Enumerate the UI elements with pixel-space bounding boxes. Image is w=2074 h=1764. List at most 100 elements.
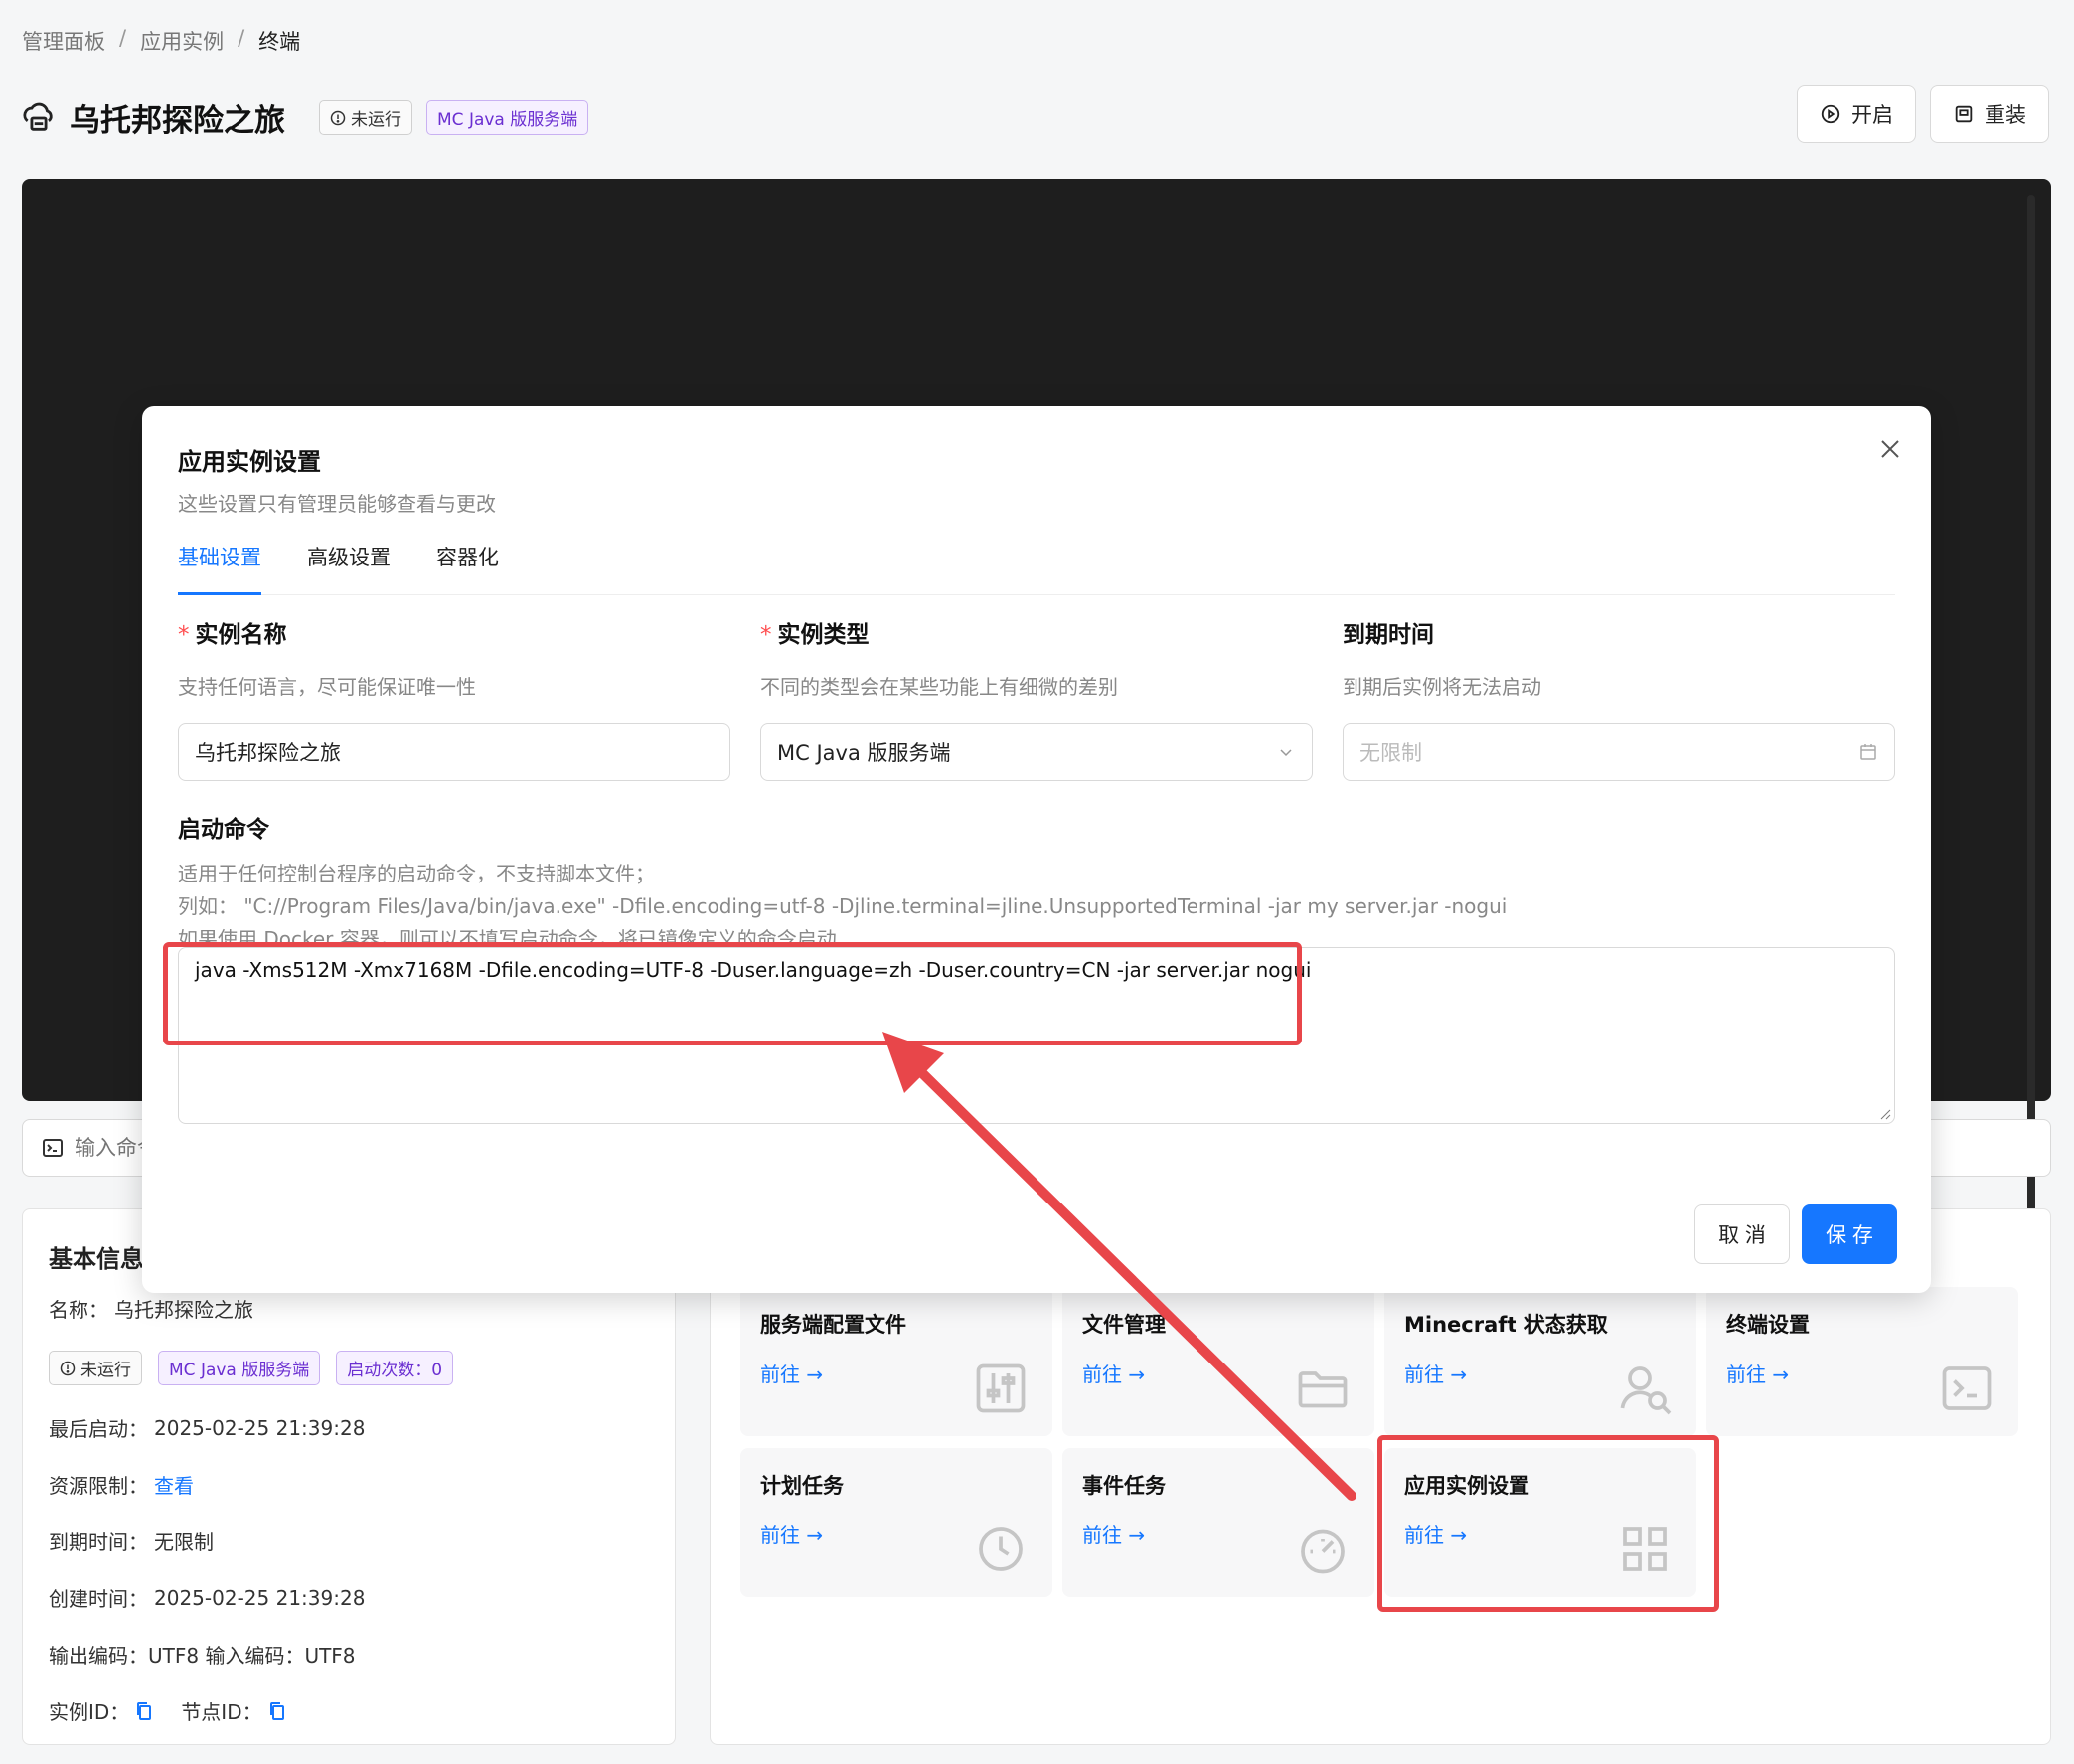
tile-scheduled-tasks[interactable]: 计划任务 前往 → <box>740 1448 1052 1597</box>
resource-limit-row: 资源限制： 查看 <box>49 1470 649 1499</box>
node-id-label: 节点ID： <box>181 1700 262 1724</box>
help-line: 列如： "C://Program Files/Java/bin/java.exe… <box>178 894 1508 918</box>
last-start-label: 最后启动： <box>49 1417 148 1441</box>
start-count-badge: 启动次数：0 <box>336 1351 454 1385</box>
terminal-prompt-icon <box>43 1139 63 1157</box>
last-start-value: 2025-02-25 21:39:28 <box>154 1415 366 1440</box>
resource-view-link[interactable]: 查看 <box>154 1470 194 1499</box>
tile-server-config[interactable]: 服务端配置文件 前往 → <box>740 1287 1052 1436</box>
terminal-scrollbar[interactable] <box>2027 195 2035 1248</box>
required-mark: * <box>760 622 772 648</box>
help-line: 适用于任何控制台程序的启动命令，不支持脚本文件； <box>178 862 655 885</box>
folder-icon <box>1298 1371 1348 1408</box>
start-command-field: 启动命令 适用于任何控制台程序的启动命令，不支持脚本文件； 列如： "C://P… <box>178 810 1895 1124</box>
info-circle-icon <box>60 1361 76 1375</box>
instance-header: 乌托邦探险之旅 未运行 MC Java 版服务端 <box>22 95 589 140</box>
grid-icon <box>1623 1527 1667 1571</box>
expire-label: 到期时间： <box>49 1530 148 1554</box>
field-help: 到期后实例将无法启动 <box>1343 675 1541 699</box>
created-row: 创建时间： 2025-02-25 21:39:28 <box>49 1583 649 1612</box>
tile-terminal-settings[interactable]: 终端设置 前往 → <box>1706 1287 2018 1436</box>
tile-minecraft-status[interactable]: Minecraft 状态获取 前往 → <box>1384 1287 1696 1436</box>
status-badge: 未运行 <box>319 100 412 135</box>
breadcrumb-separator: / <box>119 26 127 50</box>
select-value: MC Java 版服务端 <box>777 741 951 765</box>
field-label: 启动命令 <box>178 817 269 843</box>
tile-title: 计划任务 <box>760 1474 844 1498</box>
reinstall-button[interactable]: 重装 <box>1930 85 2049 143</box>
start-command-textarea[interactable]: java -Xms512M -Xmx7168M -Dfile.encoding=… <box>178 947 1895 1124</box>
created-label: 创建时间： <box>49 1587 148 1611</box>
name-label: 名称： <box>49 1298 108 1322</box>
close-icon[interactable] <box>1879 438 1901 460</box>
start-button[interactable]: 开启 <box>1797 85 1916 143</box>
chevron-down-icon <box>1280 749 1292 757</box>
name-value: 乌托邦探险之旅 <box>114 1298 253 1322</box>
copy-icon[interactable] <box>268 1701 286 1721</box>
resize-handle-icon[interactable] <box>1879 1108 1891 1120</box>
resource-label: 资源限制： <box>49 1474 148 1498</box>
tile-title: 应用实例设置 <box>1404 1474 1529 1498</box>
settings-tabs: 基础设置 高级设置 容器化 <box>178 538 1895 595</box>
breadcrumb-separator: / <box>238 26 245 50</box>
help-line: 如果使用 Docker 容器，则可以不填写启动命令，将已镜像定义的命令启动 <box>178 927 837 947</box>
tile-title: 服务端配置文件 <box>760 1313 906 1337</box>
instance-type-select[interactable]: MC Java 版服务端 <box>760 723 1313 781</box>
start-command-value: java -Xms512M -Xmx7168M -Dfile.encoding=… <box>195 958 1312 982</box>
reinstall-icon <box>1955 105 1973 123</box>
encoding-row: 输出编码：UTF8 输入编码：UTF8 <box>49 1644 356 1668</box>
last-start-row: 最后启动： 2025-02-25 21:39:28 <box>49 1413 649 1442</box>
status-text: 未运行 <box>80 1361 131 1380</box>
type-badge: MC Java 版服务端 <box>158 1351 321 1385</box>
save-button[interactable]: 保 存 <box>1802 1204 1897 1264</box>
cancel-button[interactable]: 取 消 <box>1694 1204 1790 1264</box>
tab-advanced[interactable]: 高级设置 <box>307 538 391 595</box>
breadcrumb: 管理面板 / 应用实例 / 终端 <box>22 26 300 56</box>
tile-title: 文件管理 <box>1082 1313 1166 1337</box>
field-label: * 实例名称 <box>178 622 287 648</box>
tile-file-manager[interactable]: 文件管理 前往 → <box>1062 1287 1374 1436</box>
user-search-icon <box>1620 1366 1672 1415</box>
cloud-server-icon <box>23 102 53 131</box>
modal-subtitle: 这些设置只有管理员能够查看与更改 <box>178 492 496 516</box>
instance-type-field: * 实例类型 不同的类型会在某些功能上有细微的差别 MC Java 版服务端 <box>760 615 1313 781</box>
ids-row: 实例ID： 节点ID： <box>49 1696 649 1725</box>
field-help: 适用于任何控制台程序的启动命令，不支持脚本文件； 列如： "C://Progra… <box>178 858 1895 947</box>
instance-name-input[interactable]: 乌托邦探险之旅 <box>178 723 730 781</box>
expire-value: 无限制 <box>154 1530 214 1554</box>
tab-basic[interactable]: 基础设置 <box>178 538 261 595</box>
required-mark: * <box>178 622 190 648</box>
tile-event-tasks[interactable]: 事件任务 前往 → <box>1062 1448 1374 1597</box>
info-tags-row: 未运行 MC Java 版服务端 启动次数：0 <box>49 1351 649 1385</box>
date-placeholder: 无限制 <box>1359 741 1422 765</box>
calendar-icon <box>1860 744 1876 760</box>
breadcrumb-instances[interactable]: 应用实例 <box>140 26 224 56</box>
instance-id-label: 实例ID： <box>49 1700 130 1724</box>
expire-date-picker[interactable]: 无限制 <box>1343 723 1895 781</box>
status-text: 未运行 <box>351 110 401 130</box>
clock-icon <box>979 1527 1023 1571</box>
sliders-icon <box>976 1363 1026 1413</box>
copy-icon[interactable] <box>135 1701 153 1721</box>
field-label: * 实例类型 <box>760 622 870 648</box>
info-circle-icon <box>330 110 346 125</box>
reinstall-label: 重装 <box>1985 104 2026 127</box>
field-help: 不同的类型会在某些功能上有细微的差别 <box>760 675 1118 699</box>
info-name-row: 名称： 乌托邦探险之旅 <box>49 1294 649 1323</box>
field-label: 到期时间 <box>1343 622 1434 648</box>
expire-time-field: 到期时间 到期后实例将无法启动 无限制 <box>1343 615 1895 781</box>
created-value: 2025-02-25 21:39:28 <box>154 1585 366 1610</box>
play-circle-icon <box>1821 104 1840 124</box>
start-label: 开启 <box>1851 104 1893 127</box>
expire-row: 到期时间： 无限制 <box>49 1526 649 1555</box>
instance-name-field: * 实例名称 支持任何语言，尽可能保证唯一性 乌托邦探险之旅 <box>178 615 730 781</box>
tab-container[interactable]: 容器化 <box>436 538 499 595</box>
breadcrumb-dashboard[interactable]: 管理面板 <box>22 26 105 56</box>
type-badge: MC Java 版服务端 <box>426 100 589 135</box>
tile-instance-settings[interactable]: 应用实例设置 前往 → <box>1384 1448 1696 1597</box>
status-badge: 未运行 <box>49 1351 142 1385</box>
tile-title: Minecraft 状态获取 <box>1404 1313 1608 1337</box>
terminal-icon <box>1942 1366 1992 1410</box>
page-title: 乌托邦探险之旅 <box>70 103 285 139</box>
gauge-icon <box>1301 1529 1345 1574</box>
